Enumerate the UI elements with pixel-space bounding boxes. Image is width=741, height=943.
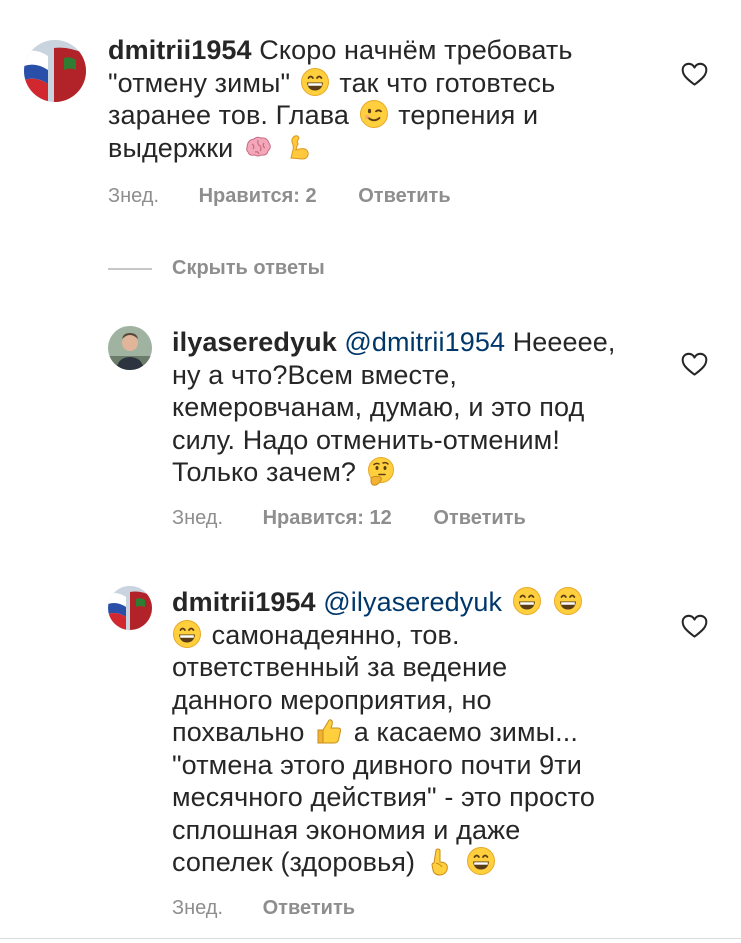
flag-photo-icon (108, 586, 152, 630)
user-photo-icon (108, 326, 152, 370)
comment-line: данного мероприятия, но (172, 684, 492, 715)
comment-meta: Знед. Нравится: 2 Ответить (108, 185, 451, 208)
index-pointing-up-icon (425, 846, 455, 876)
reply-button[interactable]: Ответить (433, 507, 525, 530)
thumbs-up-icon (314, 716, 344, 746)
comment-line: "отмену зимы" (108, 67, 291, 98)
grinning-face-icon (300, 67, 330, 97)
comment-line: Нееeee, (512, 327, 616, 357)
comment-line: выдержки (108, 132, 234, 163)
comment-line: "отмена этого дивного почти 9ти (172, 749, 582, 780)
reply-button[interactable]: Ответить (358, 185, 450, 208)
comment-line: силу. Надо отменить-отменим! (172, 424, 560, 455)
username[interactable]: ilyaseredyuk (172, 327, 337, 357)
timestamp: Знед. (172, 507, 224, 529)
comment-line: Скоро начнём требовать (259, 35, 573, 65)
grinning-face-icon (512, 586, 542, 616)
avatar[interactable] (108, 586, 152, 630)
likes-count[interactable]: Нравится: 2 (199, 185, 317, 208)
mention-link[interactable]: @ilyaseredyuk (323, 587, 502, 617)
comment-line: сплошная экономия и даже (172, 814, 521, 845)
comment-line: ну а что?Всем вместе, (172, 359, 457, 390)
comment-line: самонадеянно, тов. (211, 619, 460, 650)
username[interactable]: dmitrii1954 (108, 35, 252, 65)
divider (108, 268, 152, 270)
mention-link[interactable]: @dmitrii1954 (344, 327, 505, 357)
comment-line: кемеровчанам, думаю, и это под (172, 392, 585, 422)
avatar[interactable] (108, 326, 152, 370)
avatar[interactable] (24, 40, 86, 102)
comment-text: dmitrii1954 Скоро начнём требовать "отме… (108, 34, 668, 164)
divider (0, 938, 741, 939)
timestamp: Знед. (172, 897, 224, 919)
comment-line: ответственный за ведение (172, 652, 508, 682)
brain-icon (243, 132, 273, 162)
grinning-face-icon (553, 586, 583, 616)
flag-photo-icon (24, 40, 86, 102)
heart-outline-icon[interactable] (681, 352, 708, 377)
likes-count[interactable]: Нравится: 12 (263, 507, 392, 530)
timestamp: Знед. (108, 185, 160, 207)
winking-face-icon (359, 99, 389, 129)
comment-line: терпения и (398, 100, 539, 130)
heart-outline-icon[interactable] (681, 614, 708, 639)
comment-line: Только зачем? (172, 457, 357, 487)
comment-meta: Знед. Нравится: 12 Ответить (172, 507, 526, 530)
comment-line: а касаемо зимы... (353, 717, 578, 747)
grinning-face-icon (466, 846, 496, 876)
thinking-face-icon (366, 456, 396, 486)
reply-button[interactable]: Ответить (263, 897, 355, 920)
comment-line: похвально (172, 717, 305, 747)
comment-meta: Знед. Ответить (172, 897, 355, 920)
flexed-biceps-icon (285, 132, 315, 162)
heart-outline-icon[interactable] (681, 62, 708, 87)
username[interactable]: dmitrii1954 (172, 587, 316, 617)
grinning-face-icon (172, 619, 202, 649)
comment-text: dmitrii1954 @ilyaseredyuk самонадеянно, … (172, 586, 662, 879)
comment-line: сопелек (здоровья) (172, 847, 416, 877)
comment-line: так что готовтесь (339, 67, 556, 98)
comment-line: месячного действия" - это просто (172, 782, 596, 812)
comment-text: ilyaseredyuk @dmitrii1954 Нееeee, ну а ч… (172, 326, 662, 489)
hide-replies-button[interactable]: Скрыть ответы (172, 257, 325, 280)
comment-line: заранее тов. Глава (108, 100, 350, 130)
